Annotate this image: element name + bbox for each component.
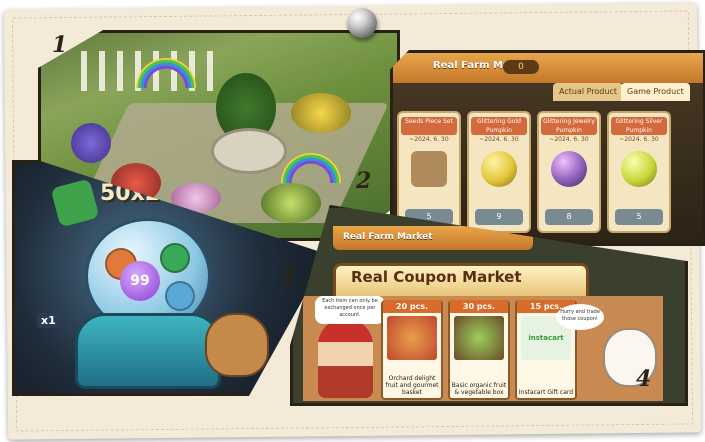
capsule-ball (165, 281, 195, 311)
dog-speech-bubble: Hurry and trade those coupon! (556, 304, 604, 330)
pushpin-icon (347, 8, 377, 38)
item-name: Glittering Silver Pumpkin (611, 117, 667, 135)
panel-number-2: 2 (356, 168, 372, 194)
item-name: Glittering Jewelry Pumpkin (541, 117, 597, 135)
coin-counter: 0 (503, 60, 539, 74)
speech-bubble: Each item can only be exchanged once per… (315, 296, 385, 324)
green-plants (261, 183, 321, 223)
coupon-card[interactable]: 30 pcs. Basic organic fruit & vegetable … (448, 300, 510, 400)
coupon-quantity: 30 pcs. (450, 300, 508, 313)
coupon-label: Basic organic fruit & vegetable box (451, 382, 507, 396)
jewelry-pumpkin-icon (551, 151, 587, 187)
gold-pumpkin-icon (481, 151, 517, 187)
farmer-girl-character (318, 318, 373, 398)
garden-fountain (211, 128, 287, 174)
coupon-header-title: Real Farm Market (343, 232, 433, 242)
yellow-flower-bed (291, 93, 351, 133)
item-date: ~2024. 6. 30 (619, 136, 659, 143)
purple-flower-bed (71, 123, 111, 163)
shop-card[interactable]: Glittering Gold Pumpkin ~2024. 6. 30 9 (467, 111, 531, 233)
panel-number-1: 1 (52, 32, 68, 58)
puzzle-piece-icon (50, 178, 100, 228)
coupon-card[interactable]: 20 pcs. Orchard delight fruit and gourme… (381, 300, 443, 400)
item-name: Glittering Gold Pumpkin (471, 117, 527, 135)
bear-character (205, 313, 269, 377)
price-button[interactable]: 5 (615, 209, 663, 225)
lucky-ball: 99 (120, 261, 160, 301)
shop-card[interactable]: Glittering Jewelry Pumpkin ~2024. 6. 30 … (537, 111, 601, 233)
capsule-ball (160, 243, 190, 273)
tab-game-product[interactable]: Game Product (621, 83, 690, 101)
price-button[interactable]: 9 (475, 209, 523, 225)
item-date: ~2024. 6. 30 (409, 136, 449, 143)
price-button[interactable]: 8 (545, 209, 593, 225)
coupon-label: Orchard delight fruit and gourmet basket (385, 375, 439, 396)
multiplier-badge: x1 (37, 313, 60, 328)
gacha-base[interactable] (75, 313, 221, 389)
item-date: ~2024. 6. 30 (479, 136, 519, 143)
item-name: Seeds Piece Set (401, 117, 457, 135)
coupon-title: Real Coupon Market (351, 268, 522, 286)
panel-number-3: 3 (278, 262, 295, 291)
seed-bag-icon (411, 151, 447, 187)
shop-card[interactable]: Glittering Silver Pumpkin ~2024. 6. 30 5 (607, 111, 671, 233)
coupon-label: Instacart Gift card (518, 389, 574, 396)
silver-pumpkin-icon (621, 151, 657, 187)
panel-number-4: 4 (636, 366, 652, 392)
shop-card[interactable]: Seeds Piece Set ~2024. 6. 30 5 (397, 111, 461, 233)
item-date: ~2024. 6. 30 (549, 136, 589, 143)
shop-screenshot-panel: Real Farm Market 0 Actual Product Game P… (390, 50, 705, 246)
fruit-basket-icon (387, 316, 437, 360)
tab-actual-product[interactable]: Actual Product (553, 83, 623, 101)
vegetable-box-icon (454, 316, 504, 360)
coupon-quantity: 20 pcs. (383, 300, 441, 313)
